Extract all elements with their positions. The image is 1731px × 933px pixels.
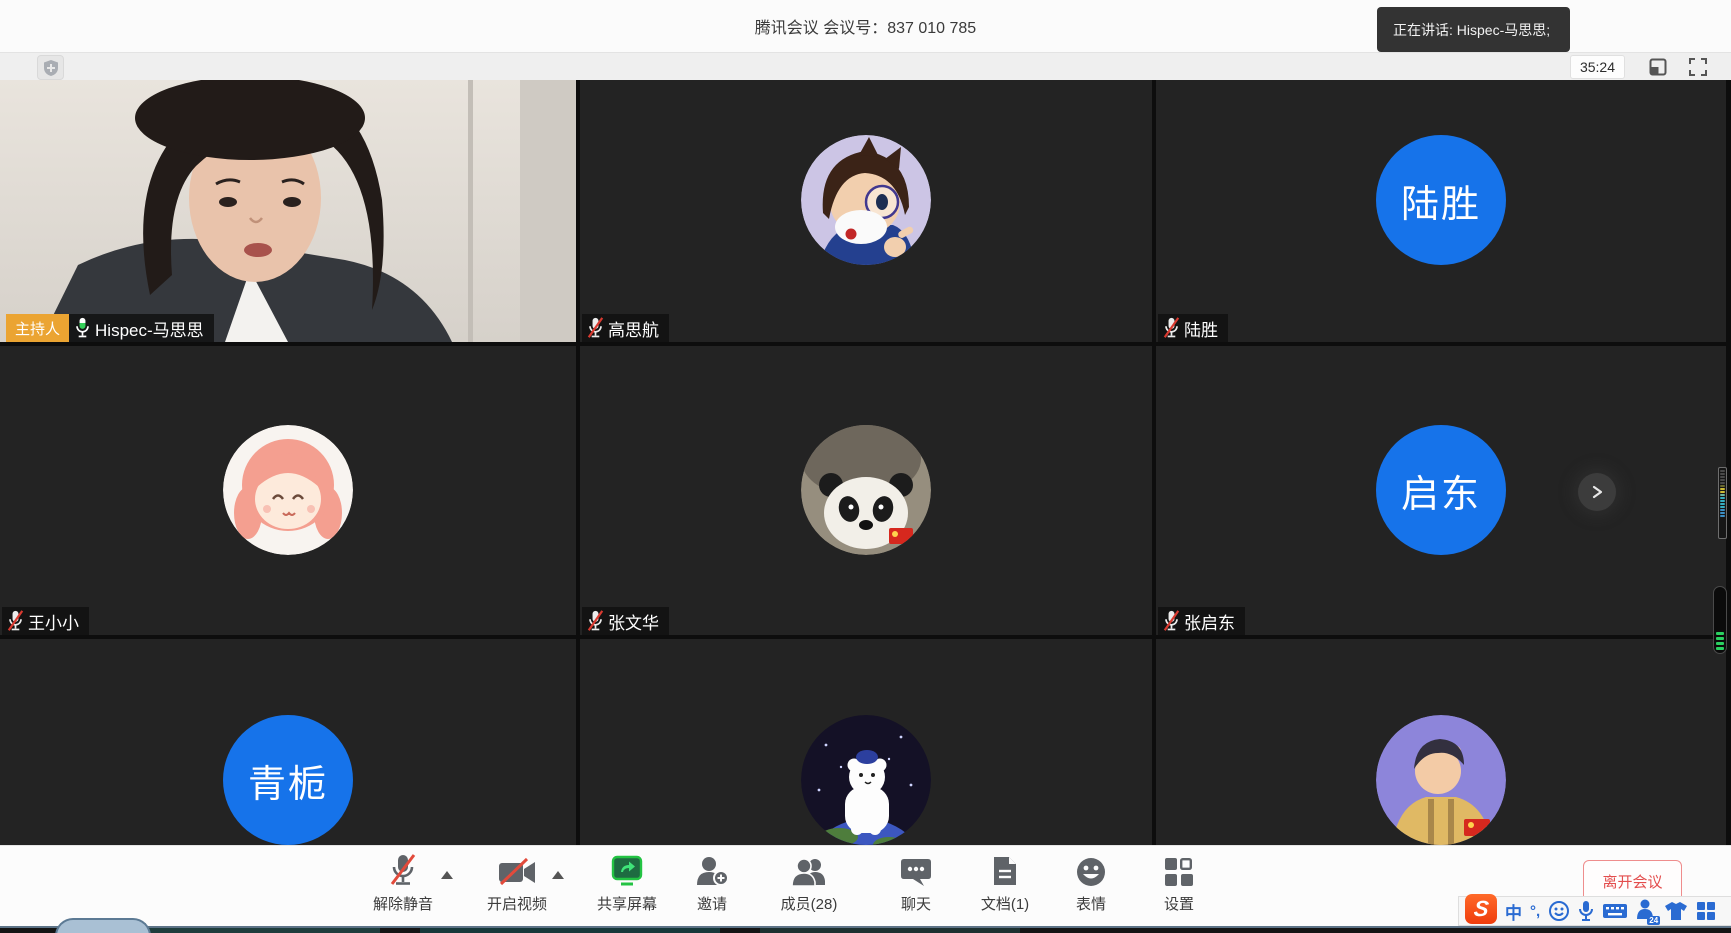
ime-language-toggle[interactable]: 中 <box>1505 899 1522 924</box>
participant-name: 高思航 <box>608 316 659 341</box>
participant-namebar: 张文华 <box>582 607 669 635</box>
settings-button[interactable]: 设置 <box>1124 853 1234 914</box>
participant-namebar: 张启东 <box>1158 607 1245 635</box>
mic-options-button[interactable] <box>441 871 453 879</box>
start-video-button[interactable]: 开启视频 <box>462 853 572 914</box>
camera-muted-icon <box>497 857 537 887</box>
participant-name: 张启东 <box>1184 609 1235 634</box>
participant-name: 王小小 <box>28 609 79 634</box>
participant-name: 张文华 <box>608 609 659 634</box>
host-badge: 主持人 <box>6 314 69 342</box>
mic-muted-icon <box>1163 610 1180 632</box>
participant-namebar: 陆胜 <box>1158 314 1228 342</box>
video-grid: 主持人 Hispec-马思思 <box>0 80 1731 926</box>
audio-level-meter <box>1718 467 1727 539</box>
avatar <box>801 715 931 845</box>
members-button[interactable]: 成员(28) <box>754 853 864 914</box>
layout-grid-icon <box>1164 857 1194 887</box>
ime-skin-icon[interactable] <box>1664 901 1688 921</box>
taskbar-window-segment <box>760 928 1020 933</box>
fullscreen-button[interactable] <box>1687 56 1709 78</box>
avatar-illustration-bear <box>801 715 931 845</box>
ime-keyboard-icon[interactable] <box>1602 901 1628 921</box>
host-video-frame <box>0 80 576 342</box>
meeting-security-button[interactable] <box>37 55 64 80</box>
ime-voice-icon[interactable] <box>1578 900 1594 922</box>
participant-name: 陆胜 <box>1184 316 1218 341</box>
mic-volume-meter <box>1713 586 1727 654</box>
video-tile-host[interactable]: 主持人 Hispec-马思思 <box>0 80 576 342</box>
participant-name: Hispec-马思思 <box>95 316 204 341</box>
taskbar-peek-icon <box>55 918 151 933</box>
meeting-timer: 35:24 <box>1570 55 1625 79</box>
fullscreen-icon <box>1689 58 1707 76</box>
avatar-initials: 陆胜 <box>1376 135 1506 265</box>
video-tile[interactable]: 陆胜 陆胜 <box>1156 80 1726 342</box>
avatar-illustration-umaru <box>223 425 353 555</box>
chevron-right-icon <box>1590 485 1604 499</box>
mic-active-icon <box>74 317 91 339</box>
taskbar-window-segment <box>140 928 380 933</box>
active-speaker-text: 正在讲话: Hispec-马思思; <box>1393 20 1550 40</box>
mic-muted-icon <box>7 610 24 632</box>
avatar <box>223 425 353 555</box>
mic-muted-icon <box>587 317 604 339</box>
picture-in-picture-icon <box>1649 58 1667 76</box>
ime-person-icon[interactable]: 24 <box>1636 898 1656 925</box>
sub-toolbar: 35:24 <box>0 53 1731 81</box>
windows-taskbar-edge <box>0 926 1731 933</box>
invite-button[interactable]: 邀请 <box>657 853 767 914</box>
avatar <box>801 135 931 265</box>
video-tile[interactable]: 王小小 <box>0 346 576 635</box>
meeting-window: 腾讯会议 会议号：837 010 785 35:24 正在讲话: Hispec-… <box>0 0 1731 933</box>
ime-person-badge: 24 <box>1647 916 1660 925</box>
share-screen-icon <box>610 855 644 887</box>
avatar <box>801 425 931 555</box>
shield-plus-icon <box>44 60 58 76</box>
participant-namebar: 高思航 <box>582 314 669 342</box>
sogou-logo[interactable]: S <box>1465 894 1497 924</box>
mic-muted-icon <box>1163 317 1180 339</box>
taskbar-window-segment <box>420 928 720 933</box>
mic-muted-icon <box>587 610 604 632</box>
members-icon <box>791 857 827 887</box>
unmute-button[interactable]: 解除静音 <box>348 853 458 914</box>
avatar <box>1376 715 1506 845</box>
camera-options-button[interactable] <box>552 871 564 879</box>
mic-muted-icon <box>388 853 418 887</box>
chat-bubble-icon <box>900 857 932 887</box>
avatar-illustration-panda <box>801 425 931 555</box>
active-speaker-toast: 正在讲话: Hispec-马思思; <box>1377 7 1570 52</box>
next-page-button[interactable] <box>1578 473 1616 511</box>
minimize-panel-button[interactable] <box>1647 56 1669 78</box>
video-tile[interactable]: 高思航 <box>580 80 1152 342</box>
avatar-initials: 启东 <box>1376 425 1506 555</box>
avatar-illustration-person <box>1376 715 1506 845</box>
smiley-icon <box>1076 857 1106 887</box>
meeting-title: 腾讯会议 会议号：837 010 785 <box>755 14 976 38</box>
video-tile[interactable]: 张文华 <box>580 346 1152 635</box>
ime-emoji-icon[interactable] <box>1548 900 1570 922</box>
ime-punctuation-toggle[interactable]: °, <box>1530 903 1540 920</box>
ime-tray: S 中 °, 24 <box>1458 896 1731 926</box>
avatar-initials: 青栀 <box>223 715 353 845</box>
avatar-illustration-conan <box>801 135 931 265</box>
video-tile[interactable]: 启东 张启东 <box>1156 346 1726 635</box>
participant-namebar: 主持人 Hispec-马思思 <box>6 314 214 342</box>
participant-namebar: 王小小 <box>2 607 89 635</box>
ime-toolbox-icon[interactable] <box>1696 901 1716 921</box>
document-icon <box>992 855 1018 887</box>
invite-person-icon <box>695 855 729 887</box>
